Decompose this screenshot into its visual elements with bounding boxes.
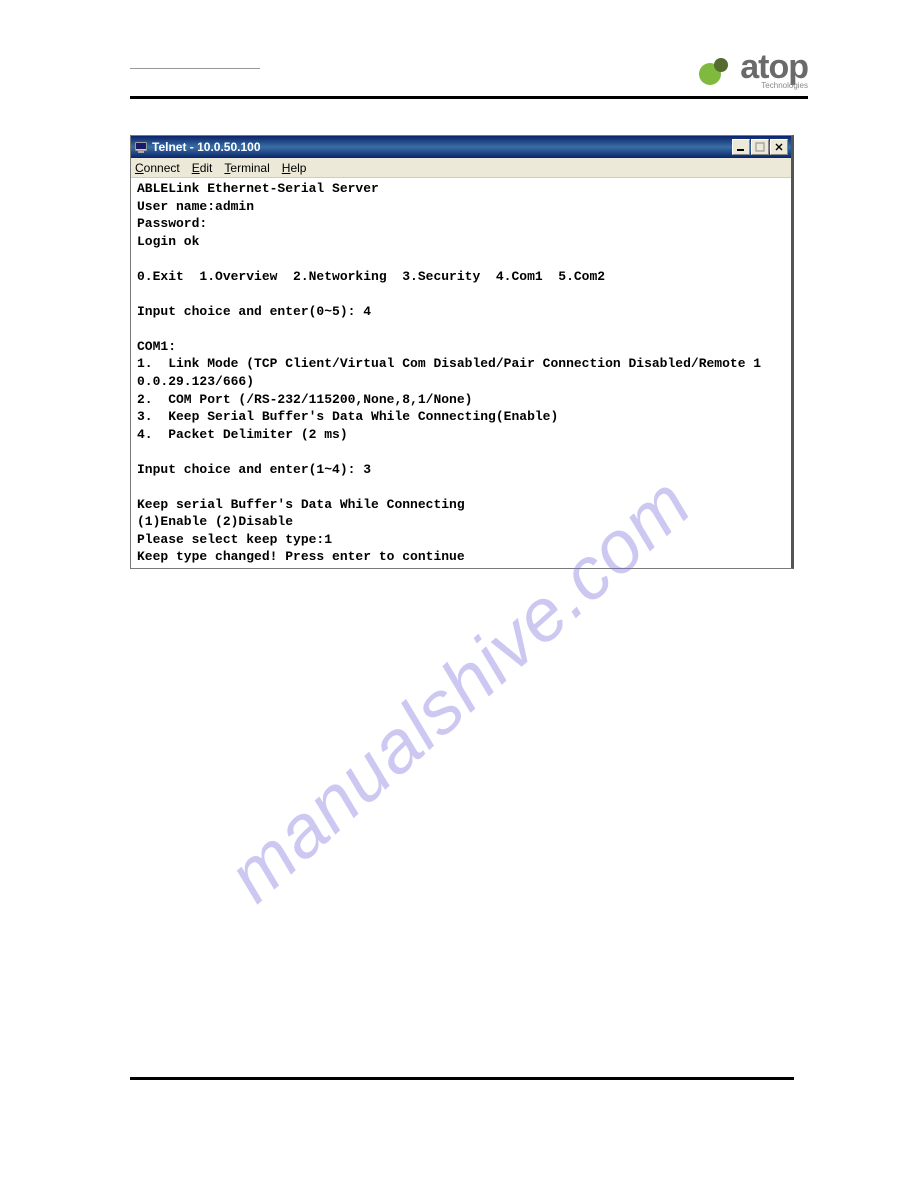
logo-tagline: Technologies [740, 82, 808, 90]
logo-brand-text: atop [740, 50, 808, 84]
footer-rule [130, 1077, 794, 1080]
window-titlebar[interactable]: Telnet - 10.0.50.100 [131, 136, 791, 158]
minimize-button[interactable] [732, 139, 750, 155]
header-underline [130, 68, 260, 69]
menu-edit[interactable]: Edit [192, 161, 213, 175]
telnet-app-icon [134, 140, 148, 154]
menu-terminal[interactable]: Terminal [224, 161, 269, 175]
window-title: Telnet - 10.0.50.100 [152, 140, 732, 154]
maximize-button[interactable] [751, 139, 769, 155]
window-menubar: Connect Edit Terminal Help [131, 158, 791, 178]
brand-logo: atop Technologies [696, 50, 808, 90]
close-button[interactable] [770, 139, 788, 155]
terminal-output[interactable]: ABLELink Ethernet-Serial Server User nam… [131, 178, 791, 568]
telnet-window: Telnet - 10.0.50.100 Connect Edit Termin… [130, 135, 794, 569]
atop-logo-icon [696, 50, 736, 90]
page-header: atop Technologies [130, 50, 808, 99]
menu-help[interactable]: Help [282, 161, 307, 175]
window-controls [732, 139, 788, 155]
menu-connect[interactable]: Connect [135, 161, 180, 175]
